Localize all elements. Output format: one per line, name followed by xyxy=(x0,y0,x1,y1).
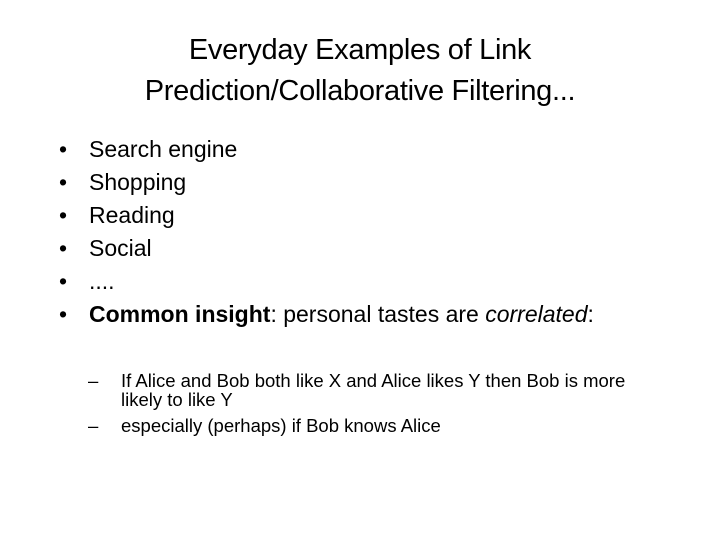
list-item: • Reading xyxy=(56,199,594,232)
dash-icon: – xyxy=(88,415,99,436)
list-item: • Social xyxy=(56,232,594,265)
sub-bullet-text: If Alice and Bob both like X and Alice l… xyxy=(121,370,626,410)
bullet-icon: • xyxy=(58,235,68,261)
bullet-text: Reading xyxy=(89,202,175,228)
sub-bullet-text: especially (perhaps) if Bob knows Alice xyxy=(121,415,441,436)
insight-item: • Common insight: personal tastes are co… xyxy=(56,298,594,331)
slide-title: Everyday Examples of Link Prediction/Col… xyxy=(0,30,720,112)
dash-icon: – xyxy=(88,370,99,391)
slide-title-line-1: Everyday Examples of Link xyxy=(188,34,532,66)
bullet-text: Shopping xyxy=(89,169,187,195)
slide-title-line-2: Prediction/Collaborative Filtering... xyxy=(144,75,576,107)
bullet-icon: • xyxy=(58,301,68,327)
list-item: • Search engine xyxy=(56,133,594,166)
bullet-text: Search engine xyxy=(89,136,238,162)
list-item: • .... xyxy=(56,265,594,298)
insight-text: : personal tastes are xyxy=(270,301,486,327)
sub-list-item: – If Alice and Bob both like X and Alice… xyxy=(88,371,658,409)
insight-bold: Common insight xyxy=(89,301,271,327)
insight-colon: : xyxy=(587,301,594,327)
bullet-list: • Search engine • Shopping • Reading • S… xyxy=(56,133,594,331)
list-item: • Shopping xyxy=(56,166,594,199)
bullet-text: .... xyxy=(89,268,115,294)
bullet-icon: • xyxy=(58,202,68,228)
sub-bullet-list: – If Alice and Bob both like X and Alice… xyxy=(88,371,658,442)
sub-list-item: – especially (perhaps) if Bob knows Alic… xyxy=(88,416,658,435)
bullet-icon: • xyxy=(58,268,68,294)
bullet-icon: • xyxy=(58,136,68,162)
bullet-icon: • xyxy=(58,169,68,195)
bullet-text: Social xyxy=(89,235,152,261)
insight-italic: correlated xyxy=(485,301,588,327)
